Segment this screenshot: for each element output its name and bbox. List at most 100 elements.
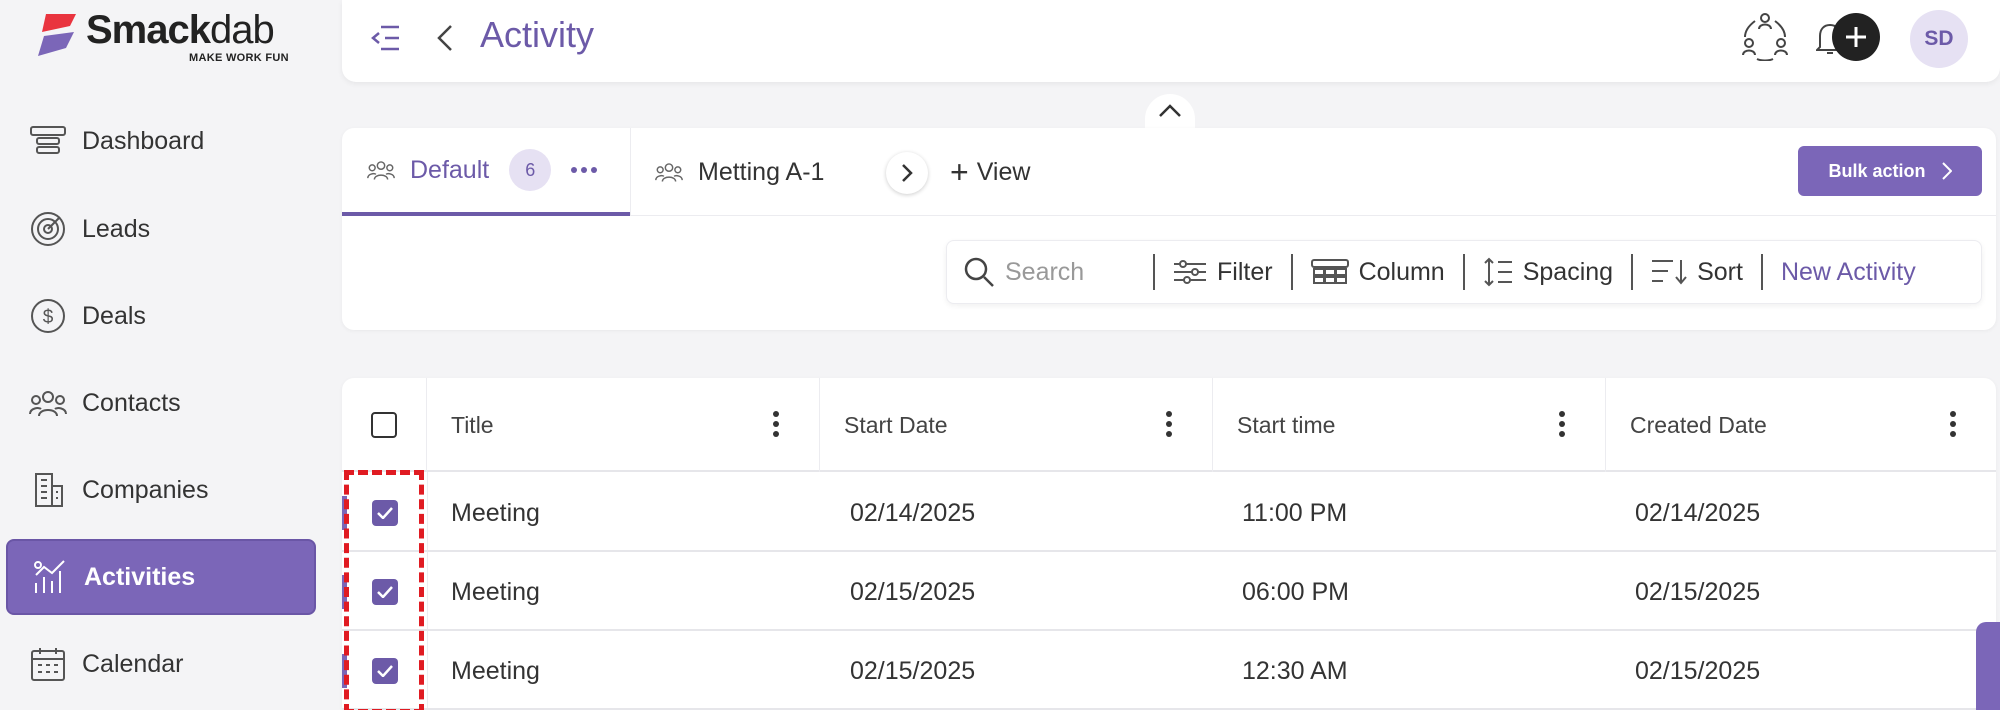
table-row[interactable]: Meeting 02/15/2025 12:30 AM 02/15/2025	[342, 632, 1996, 710]
table-header: Title Start Date Start time Created Date	[342, 378, 1996, 472]
sidebar-item-calendar[interactable]: Calendar	[6, 626, 316, 702]
back-chevron-icon[interactable]	[430, 18, 460, 58]
bulk-action-button[interactable]: Bulk action	[1798, 146, 1982, 196]
people-icon	[28, 383, 68, 423]
table-row[interactable]: Meeting 02/15/2025 06:00 PM 02/15/2025	[342, 553, 1996, 631]
scroll-tabs-right-button[interactable]	[886, 152, 928, 194]
cell-start-time: 11:00 PM	[1242, 498, 1348, 527]
column-header-label: Start time	[1237, 411, 1336, 438]
column-header-label: Title	[451, 411, 494, 438]
dollar-circle-icon: $	[28, 296, 68, 336]
divider	[630, 128, 631, 216]
sidebar-item-activities[interactable]: Activities	[6, 539, 316, 615]
cell-created-date: 02/15/2025	[1635, 656, 1761, 685]
cell-created-date: 02/14/2025	[1635, 498, 1761, 527]
sidebar-item-label: Leads	[82, 214, 151, 243]
sidebar-item-label: Companies	[82, 475, 209, 504]
cell-title[interactable]: Meeting	[451, 553, 540, 631]
cell-start-date: 02/15/2025	[850, 656, 976, 685]
activity-table: Title Start Date Start time Created Date…	[342, 378, 1996, 710]
search-icon	[963, 256, 995, 288]
view-count-badge: 6	[509, 149, 552, 191]
sidebar-item-label: Calendar	[82, 649, 184, 678]
column-button[interactable]: Column	[1293, 254, 1465, 290]
top-header: Activity SD	[342, 0, 2000, 82]
sidebar-item-leads[interactable]: Leads	[6, 191, 316, 267]
selection-highlight-annotation	[344, 470, 424, 710]
column-menu-icon[interactable]	[1559, 411, 1565, 437]
brand-name: Smackdab	[86, 8, 275, 52]
sidebar-item-label: Deals	[82, 301, 146, 330]
cell-title[interactable]: Meeting	[451, 632, 540, 710]
views-panel: Default 6 Metting A-1 + View Bulk action…	[342, 128, 1996, 330]
sidebar-item-label: Contacts	[82, 388, 181, 417]
filter-button[interactable]: Filter	[1155, 254, 1293, 290]
line-spacing-icon	[1483, 257, 1513, 287]
column-header-start-time[interactable]: Start time	[1213, 378, 1606, 472]
sidebar-item-companies[interactable]: Companies	[6, 452, 316, 528]
column-label: Column	[1358, 257, 1445, 286]
sidebar-item-label: Dashboard	[82, 126, 205, 155]
select-all-cell	[342, 378, 427, 472]
columns-icon	[1310, 259, 1349, 285]
view-tabs: Default 6 Metting A-1 + View Bulk action	[342, 128, 1996, 216]
filter-label: Filter	[1217, 257, 1273, 286]
select-all-checkbox[interactable]	[371, 412, 397, 438]
chevron-right-icon	[902, 164, 913, 182]
column-header-title[interactable]: Title	[427, 378, 820, 472]
collapse-menu-icon[interactable]	[368, 20, 404, 56]
user-avatar[interactable]: SD	[1910, 10, 1968, 68]
column-menu-icon[interactable]	[773, 411, 779, 437]
target-icon	[28, 209, 68, 249]
sidebar-item-contacts[interactable]: Contacts	[6, 365, 316, 441]
cell-start-time: 06:00 PM	[1242, 577, 1350, 606]
sort-label: Sort	[1697, 257, 1743, 286]
smackdab-logo-mark-icon	[38, 14, 76, 56]
add-view-button[interactable]: + View	[950, 128, 1030, 216]
people-icon	[367, 161, 395, 180]
plus-icon: +	[950, 153, 969, 190]
tab-label: Default	[410, 155, 490, 184]
new-activity-button[interactable]: New Activity	[1763, 254, 1934, 290]
column-menu-icon[interactable]	[1950, 411, 1956, 437]
column-header-start-date[interactable]: Start Date	[820, 378, 1213, 472]
sort-icon	[1651, 258, 1687, 286]
table-row[interactable]: Meeting 02/14/2025 11:00 PM 02/14/2025	[342, 474, 1996, 552]
spacing-button[interactable]: Spacing	[1465, 254, 1634, 290]
cell-start-date: 02/14/2025	[850, 498, 976, 527]
search-placeholder: Search	[1005, 257, 1085, 286]
sidebar-item-dashboard[interactable]: Dashboard	[6, 103, 316, 179]
create-new-button[interactable]	[1832, 13, 1880, 61]
activity-chart-icon	[30, 557, 70, 597]
cell-title[interactable]: Meeting	[451, 474, 540, 552]
cell-created-date: 02/15/2025	[1635, 577, 1761, 606]
cell-start-date: 02/15/2025	[850, 577, 976, 606]
add-view-label: View	[976, 157, 1031, 186]
building-icon	[28, 470, 68, 510]
chevron-up-icon	[1159, 104, 1181, 117]
page-title: Activity	[480, 14, 595, 55]
tab-metting-a1-view[interactable]: Metting A-1	[654, 128, 824, 216]
column-header-label: Created Date	[1630, 411, 1767, 438]
list-toolbar: Search Filter Column Spacing Sort New Ac…	[946, 240, 1982, 304]
column-menu-icon[interactable]	[1166, 411, 1172, 437]
people-icon	[655, 163, 683, 182]
tab-label: Metting A-1	[698, 157, 825, 186]
brand-logo[interactable]: Smackdab MAKE WORK FUN	[36, 8, 296, 64]
sidebar: Smackdab MAKE WORK FUN Dashboard Leads $…	[0, 0, 330, 710]
bulk-action-label: Bulk action	[1828, 160, 1926, 181]
filter-sliders-icon	[1173, 260, 1207, 284]
tab-default-view[interactable]: Default 6	[342, 128, 630, 216]
collapse-header-toggle[interactable]	[1145, 94, 1195, 128]
column-header-created-date[interactable]: Created Date	[1606, 378, 1996, 472]
chevron-right-icon	[1941, 162, 1952, 180]
team-network-icon[interactable]	[1740, 10, 1790, 62]
svg-text:$: $	[43, 307, 54, 328]
column-header-label: Start Date	[844, 411, 948, 438]
sort-button[interactable]: Sort	[1633, 254, 1763, 290]
spacing-label: Spacing	[1522, 257, 1614, 286]
more-options-icon[interactable]	[571, 167, 598, 173]
sidebar-item-deals[interactable]: $ Deals	[6, 278, 316, 354]
side-feedback-tab[interactable]	[1976, 622, 2000, 710]
search-input[interactable]: Search	[963, 254, 1155, 290]
